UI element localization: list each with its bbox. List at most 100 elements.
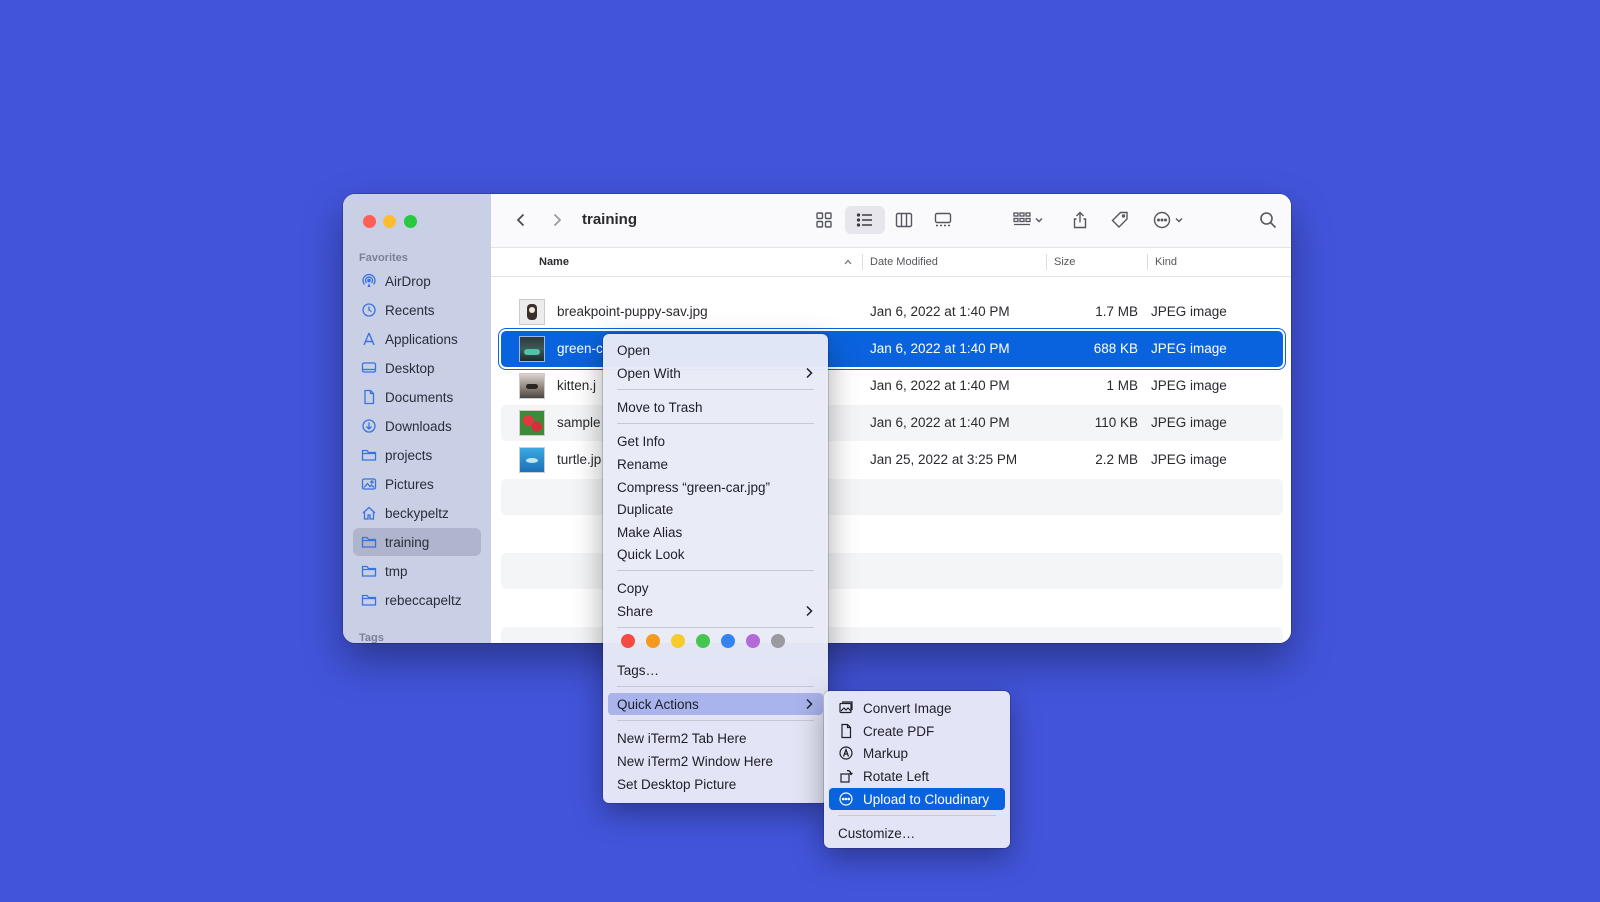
sidebar-item-desktop[interactable]: Desktop	[353, 354, 481, 382]
file-kind: JPEG image	[1151, 341, 1227, 356]
chevron-down-icon	[1035, 218, 1043, 223]
list-icon	[856, 213, 872, 227]
sidebar-item-label: Documents	[385, 389, 454, 405]
tag-button[interactable]	[1105, 206, 1135, 234]
menu-item-share[interactable]: Share	[608, 600, 823, 622]
menu-item-label: Share	[617, 603, 654, 619]
menu-item-set-desktop-picture[interactable]: Set Desktop Picture	[608, 773, 823, 795]
file-thumbnail	[519, 410, 545, 436]
menu-item-copy[interactable]: Copy	[608, 577, 823, 599]
date-column-header[interactable]: Date Modified	[870, 256, 938, 268]
menu-item-rename[interactable]: Rename	[608, 453, 823, 475]
sidebar-item-beckypeltz[interactable]: beckypeltz	[353, 499, 481, 527]
menu-item-compress[interactable]: Compress “green-car.jpg”	[608, 476, 823, 498]
menu-item-customize[interactable]: Customize…	[829, 822, 1005, 844]
tag-color-dot[interactable]	[721, 634, 735, 648]
sidebar-item-training[interactable]: training	[353, 528, 481, 556]
sidebar-item-label: training	[385, 534, 430, 550]
menu-item-get-info[interactable]: Get Info	[608, 430, 823, 452]
menu-item-label: Tags…	[617, 662, 660, 678]
menu-item-markup[interactable]: Markup	[829, 742, 1005, 764]
sidebar-item-label: Desktop	[385, 360, 435, 376]
menu-item-quick-actions[interactable]: Quick Actions	[608, 693, 823, 715]
clock-icon	[362, 303, 376, 317]
tag-color-dot[interactable]	[646, 634, 660, 648]
menu-item-label: Quick Actions	[617, 696, 699, 712]
group-button[interactable]	[1006, 206, 1050, 234]
tag-color-dot[interactable]	[771, 634, 785, 648]
search-button[interactable]	[1253, 206, 1283, 234]
sidebar-item-airdrop[interactable]: AirDrop	[353, 267, 481, 295]
image-convert-icon	[839, 701, 853, 714]
sidebar-item-documents[interactable]: Documents	[353, 383, 481, 411]
sidebar-item-downloads[interactable]: Downloads	[353, 412, 481, 440]
list-view-button[interactable]	[845, 206, 885, 234]
file-size: 1 MB	[1106, 378, 1138, 393]
rotate-left-icon	[840, 769, 853, 783]
back-button[interactable]	[507, 206, 535, 234]
menu-item-make-alias[interactable]: Make Alias	[608, 521, 823, 543]
sidebar-item-label: Pictures	[385, 476, 434, 492]
action-button[interactable]	[1147, 206, 1189, 234]
name-column-header[interactable]: Name	[539, 256, 569, 268]
menu-item-open[interactable]: Open	[608, 339, 823, 361]
menu-item-rotate-left[interactable]: Rotate Left	[829, 765, 1005, 787]
menu-item-duplicate[interactable]: Duplicate	[608, 498, 823, 520]
tag-color-dot[interactable]	[696, 634, 710, 648]
gallery-view-button[interactable]	[927, 206, 959, 234]
chevron-right-icon	[553, 213, 562, 227]
sidebar-item-tmp[interactable]: tmp	[353, 557, 481, 585]
ellipsis-circle-icon	[1153, 211, 1171, 229]
minimize-window-button[interactable]	[383, 215, 396, 228]
icon-view-button[interactable]	[809, 206, 839, 234]
download-icon	[362, 419, 376, 433]
chevron-right-icon	[806, 605, 813, 617]
sidebar-item-recents[interactable]: Recents	[353, 296, 481, 324]
column-view-button[interactable]	[889, 206, 919, 234]
close-window-button[interactable]	[363, 215, 376, 228]
file-name: kitten.j	[557, 378, 597, 393]
size-column-header[interactable]: Size	[1054, 256, 1075, 268]
file-date: Jan 6, 2022 at 1:40 PM	[870, 304, 1010, 319]
tag-icon	[1111, 211, 1128, 228]
sidebar-item-projects[interactable]: projects	[353, 441, 481, 469]
tag-color-dot[interactable]	[621, 634, 635, 648]
file-kind: JPEG image	[1151, 378, 1227, 393]
menu-item-new-iterm2-window[interactable]: New iTerm2 Window Here	[608, 750, 823, 772]
kind-column-header[interactable]: Kind	[1155, 256, 1177, 268]
sidebar-item-label: Applications	[385, 331, 458, 347]
menu-item-new-iterm2-tab[interactable]: New iTerm2 Tab Here	[608, 727, 823, 749]
table-row[interactable]: breakpoint-puppy-sav.jpg Jan 6, 2022 at …	[501, 294, 1283, 330]
menu-item-label: Copy	[617, 580, 649, 596]
column-divider	[862, 254, 863, 270]
tag-color-dot[interactable]	[671, 634, 685, 648]
menu-separator	[617, 423, 814, 424]
share-button[interactable]	[1065, 206, 1095, 234]
menu-item-upload-to-cloudinary[interactable]: Upload to Cloudinary	[829, 788, 1005, 810]
sidebar-item-applications[interactable]: Applications	[353, 325, 481, 353]
column-divider	[1147, 254, 1148, 270]
folder-icon	[361, 594, 377, 606]
menu-item-move-to-trash[interactable]: Move to Trash	[608, 396, 823, 418]
gallery-icon	[934, 212, 952, 227]
folder-icon	[361, 565, 377, 577]
menu-item-label: Customize…	[838, 825, 916, 841]
menu-item-open-with[interactable]: Open With	[608, 362, 823, 384]
file-name: green-c	[557, 341, 603, 356]
menu-item-quick-look[interactable]: Quick Look	[608, 543, 823, 565]
menu-item-convert-image[interactable]: Convert Image	[829, 697, 1005, 719]
file-name: breakpoint-puppy-sav.jpg	[557, 304, 708, 319]
search-icon	[1260, 212, 1277, 229]
menu-item-label: Set Desktop Picture	[617, 776, 737, 792]
zoom-window-button[interactable]	[404, 215, 417, 228]
sidebar-item-rebeccapeltz[interactable]: rebeccapeltz	[353, 586, 481, 614]
tag-color-dot[interactable]	[746, 634, 760, 648]
sidebar-item-pictures[interactable]: Pictures	[353, 470, 481, 498]
forward-button[interactable]	[543, 206, 571, 234]
file-thumbnail	[519, 299, 545, 325]
menu-separator	[838, 815, 996, 816]
menu-item-create-pdf[interactable]: Create PDF	[829, 720, 1005, 742]
file-size: 2.2 MB	[1095, 452, 1138, 467]
sidebar-item-label: tmp	[385, 563, 408, 579]
menu-item-tags[interactable]: Tags…	[608, 659, 823, 681]
